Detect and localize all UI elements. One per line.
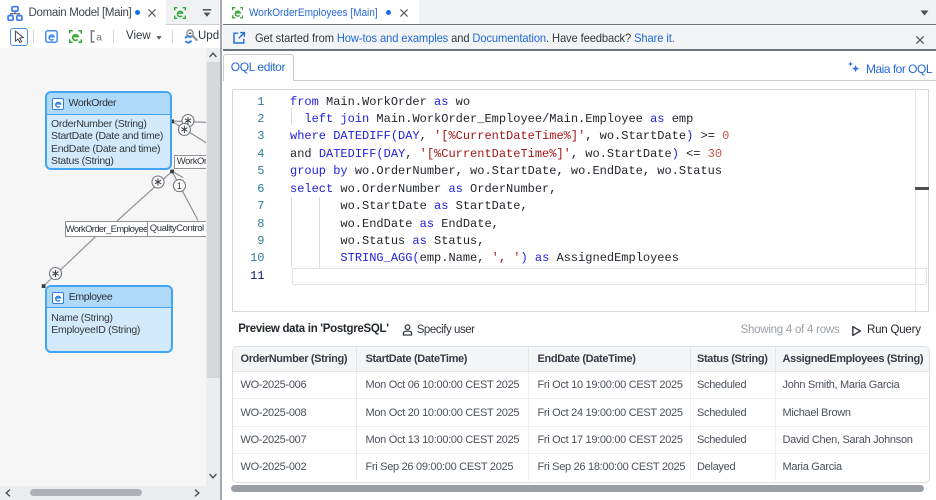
- svg-text:1: 1: [177, 181, 182, 191]
